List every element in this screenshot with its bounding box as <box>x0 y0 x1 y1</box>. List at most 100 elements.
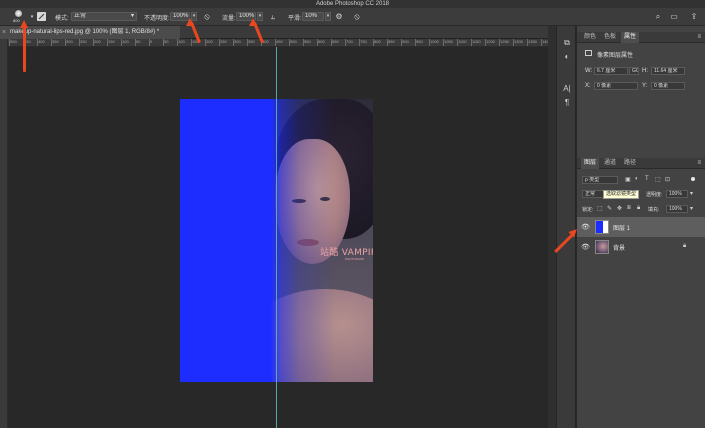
lock-artboard-icon[interactable]: ⧈ <box>627 205 631 212</box>
opacity-label: 透明度: <box>646 192 663 198</box>
history-icon[interactable]: ⧉ <box>562 38 572 48</box>
filter-kind-tooltip: 选取滤镜类型 <box>603 190 640 199</box>
smoothing-dropdown-button[interactable]: ▾ <box>325 12 331 21</box>
layer-row-layer1[interactable]: 👁︎ 图层 1 <box>577 217 705 237</box>
ruler-tick-label: 700 <box>345 39 353 46</box>
layers-tabs: 图层 通道 路径 ≡ <box>577 158 705 169</box>
layer-filter-select[interactable]: ρ 类型 <box>582 176 618 184</box>
horizontal-ruler[interactable]: 500 450 400 350 300 250 200 150 100 50 0 50 100 150 20… <box>8 39 548 47</box>
pressure-opacity-icon[interactable]: ⦸ <box>202 12 212 22</box>
annotation-arrow <box>248 18 265 46</box>
ruler-tick-label: 750 <box>359 39 367 46</box>
ruler-tick-label: 800 <box>373 39 381 46</box>
lock-pixels-icon[interactable]: ✎ <box>607 205 612 212</box>
ruler-tick-label: 0 <box>148 39 153 46</box>
ruler-tick-label: 1050 <box>443 39 453 46</box>
smoothing-label: 平滑: <box>288 16 302 22</box>
chevron-down-icon[interactable]: ▾ <box>690 205 693 212</box>
filter-toggle[interactable] <box>691 177 695 181</box>
filter-pixel-icon[interactable]: ▣ <box>625 176 631 183</box>
ruler-tick-label: 250 <box>219 39 227 46</box>
visibility-eye-icon[interactable]: 👁︎ <box>581 243 590 251</box>
lock-transparency-icon[interactable]: ⬚ <box>597 205 603 212</box>
ruler-tick-label: 650 <box>331 39 339 46</box>
ruler-tick-label: 100 <box>177 39 185 46</box>
width-field[interactable]: 6.7 厘米 <box>594 67 628 75</box>
tab-paths[interactable]: 路径 <box>621 158 639 169</box>
title-bar: Adobe Photoshop CC 2018 <box>0 0 705 8</box>
lock-icon[interactable]: 🔒︎ <box>683 243 686 250</box>
y-field[interactable]: 0 像素 <box>651 82 685 90</box>
height-field[interactable]: 11.64 厘米 <box>651 67 685 75</box>
lock-position-icon[interactable]: ✥ <box>617 205 622 212</box>
pressure-size-icon[interactable]: ⦸ <box>352 12 362 22</box>
panel-menu-icon[interactable]: ≡ <box>697 34 701 40</box>
layer-name: 图层 1 <box>613 226 631 232</box>
opacity-label: 不透明度: <box>144 16 170 22</box>
ruler-tick-label: 450 <box>275 39 283 46</box>
visibility-eye-icon[interactable]: 👁︎ <box>581 223 590 231</box>
ruler-tick-label: 50 <box>134 39 141 46</box>
tab-color[interactable]: 颜色 <box>581 32 599 43</box>
ruler-tick-label: 150 <box>107 39 115 46</box>
filter-smart-icon[interactable]: ⊡ <box>665 176 670 183</box>
annotation-arrow <box>20 20 30 75</box>
vertical-guide-line[interactable] <box>276 47 277 428</box>
ruler-tick-label: 850 <box>387 39 395 46</box>
tab-properties[interactable]: 属性 <box>621 32 640 43</box>
brush-size-label: 800 <box>13 18 20 23</box>
ruler-tick-label: 550 <box>303 39 311 46</box>
paragraph-icon[interactable]: ¶ <box>562 98 572 108</box>
layer-row-background[interactable]: 👁︎ 背景 🔒︎ <box>577 237 705 257</box>
document-tab-bar: × makeup-natural-lips-red.jpg @ 100% (图层… <box>0 26 548 39</box>
ruler-tick-label: 100 <box>121 39 129 46</box>
annotation-arrow <box>554 226 580 254</box>
layer-thumbnail <box>595 240 609 254</box>
w-label: W: <box>585 68 593 74</box>
filter-adjustment-icon[interactable]: ◐ <box>635 176 639 182</box>
h-label: H: <box>642 68 648 74</box>
vertical-ruler[interactable] <box>0 39 8 428</box>
filter-type-icon[interactable]: T <box>645 176 649 182</box>
tab-swatches[interactable]: 色板 <box>601 32 619 43</box>
tab-layers[interactable]: 图层 <box>581 158 600 169</box>
fill-field[interactable]: 100% <box>666 205 688 213</box>
panel-menu-icon[interactable]: ≡ <box>697 160 701 166</box>
smoothing-field[interactable]: 10% <box>302 12 324 21</box>
canvas-scroll-gutter <box>548 26 556 428</box>
ruler-tick-label: 600 <box>317 39 325 46</box>
character-icon[interactable]: A| <box>562 84 572 94</box>
x-field[interactable]: 0 像素 <box>594 82 638 90</box>
filter-shape-icon[interactable]: ⬚ <box>655 176 661 183</box>
ruler-tick-label: 350 <box>51 39 59 46</box>
chevron-down-icon: ▾ <box>130 13 134 19</box>
photoshop-window: Adobe Photoshop CC 2018 800 ▾ 模式: 正常 ▾ 不… <box>0 0 705 428</box>
right-panels: 颜色 色板 属性 ≡ 像素图层属性 W: 6.7 厘米 GO H: 11.64 … <box>577 26 705 428</box>
workspace-icon[interactable]: ▭ <box>669 12 679 22</box>
brush-settings-icon[interactable] <box>37 12 46 21</box>
link-dimensions-button[interactable]: GO <box>629 67 639 75</box>
color-swatch-icon[interactable]: ◐ <box>562 52 572 62</box>
lock-label: 锁定: <box>582 207 594 213</box>
ruler-tick-label: 1250 <box>499 39 509 46</box>
mode-select[interactable]: 正常 ▾ <box>71 12 137 21</box>
close-icon[interactable]: × <box>2 26 6 39</box>
ruler-tick-label: 300 <box>233 39 241 46</box>
app-title: Adobe Photoshop CC 2018 <box>315 1 390 7</box>
mode-label: 模式: <box>55 16 69 22</box>
share-icon[interactable]: ⇪ <box>689 12 699 22</box>
gear-icon[interactable]: ⚙ <box>334 12 344 22</box>
fill-label: 填充: <box>648 207 660 213</box>
blend-mode-select[interactable]: 正常 <box>582 190 604 198</box>
airbrush-icon[interactable]: ⥿ <box>268 12 278 22</box>
search-icon[interactable]: ⌕ <box>653 12 663 22</box>
tab-channels[interactable]: 通道 <box>601 158 619 169</box>
ruler-tick-label: 900 <box>401 39 409 46</box>
ruler-tick-label: 50 <box>162 39 169 46</box>
lock-all-icon[interactable]: 🔒︎ <box>637 205 640 212</box>
layer-opacity-field[interactable]: 100% <box>666 190 688 198</box>
ruler-tick-label: 300 <box>65 39 73 46</box>
ruler-tick-label: 1300 <box>513 39 523 46</box>
chevron-down-icon[interactable]: ▾ <box>690 190 693 197</box>
ruler-tick-label: 950 <box>415 39 423 46</box>
